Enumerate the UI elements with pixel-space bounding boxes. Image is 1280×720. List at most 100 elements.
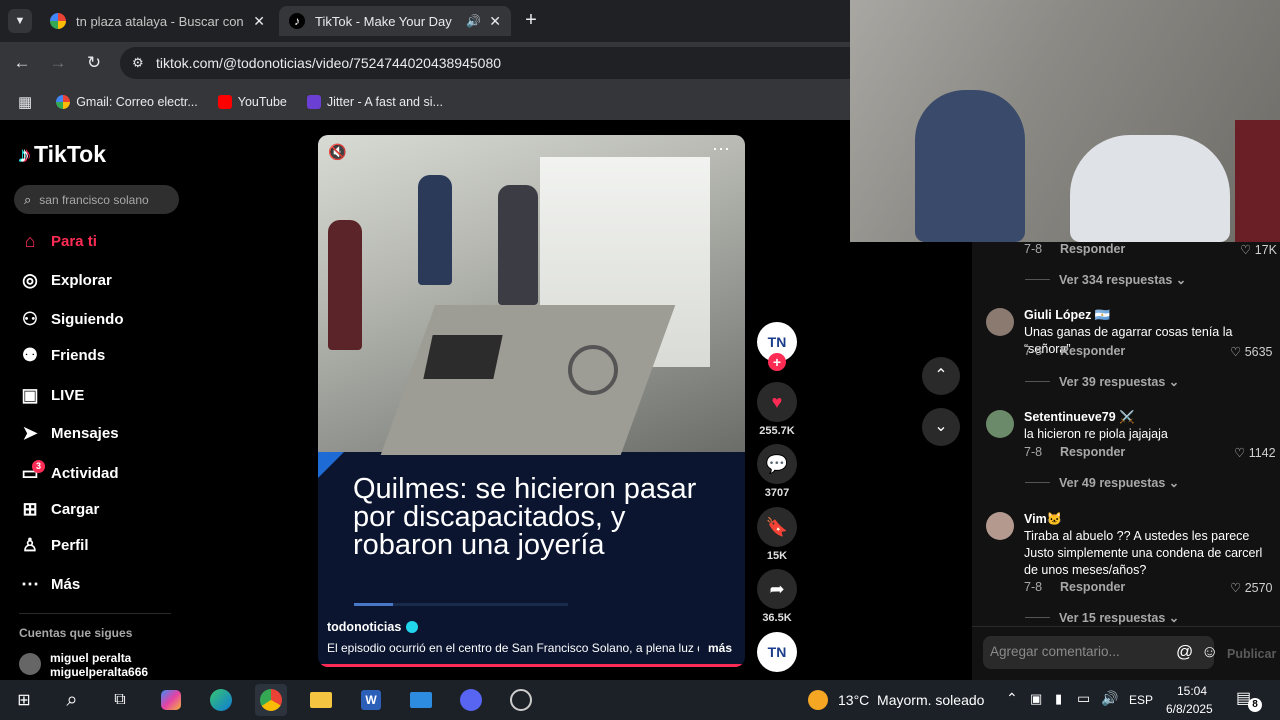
previous-video-button[interactable]: ⌃ xyxy=(922,357,960,395)
speaker-icon[interactable]: 🔊 xyxy=(466,14,481,28)
close-icon[interactable]: ✕ xyxy=(253,13,265,30)
bookmark-jitter[interactable]: Jitter - A fast and si... xyxy=(306,95,443,109)
view-replies-link[interactable]: Ver 49 respuestas ⌄ xyxy=(1059,475,1179,490)
avatar[interactable] xyxy=(986,410,1014,438)
like-counter[interactable]: ♡ 17K xyxy=(1240,242,1277,257)
copilot-app[interactable] xyxy=(155,684,187,716)
nav-mensajes[interactable]: ➤ Mensajes xyxy=(19,421,118,445)
network-icon[interactable]: ▭ xyxy=(1077,690,1090,707)
tab-tiktok[interactable]: ♪ TikTok - Make Your Day 🔊 ✕ xyxy=(279,6,511,36)
reply-link[interactable]: Responder xyxy=(1060,242,1125,256)
nav-explorar[interactable]: ◎ Explorar xyxy=(19,268,112,292)
mention-icon[interactable]: @ xyxy=(1176,642,1193,662)
nav-mas[interactable]: ⋯ Más xyxy=(19,572,80,596)
discord-app[interactable] xyxy=(455,684,487,716)
start-button[interactable]: ⊞ xyxy=(8,684,40,716)
nav-live[interactable]: ▣ LIVE xyxy=(19,383,84,407)
recorder-app[interactable] xyxy=(505,684,537,716)
reload-icon: ↻ xyxy=(86,53,102,72)
author-name[interactable]: todonoticias xyxy=(327,620,419,634)
meet-icon[interactable]: ▣ xyxy=(1030,691,1042,707)
view-replies-link[interactable]: Ver 39 respuestas ⌄ xyxy=(1059,374,1179,389)
close-icon[interactable]: ✕ xyxy=(489,13,501,30)
like-counter[interactable]: ♡ 1142 xyxy=(1234,445,1276,460)
creator-avatar[interactable]: TN + xyxy=(757,322,797,371)
like-button[interactable]: ♥ 255.7K xyxy=(757,382,797,437)
followed-account[interactable]: miguel peralta miguelperalta666 xyxy=(19,651,148,679)
chevron-up-icon: ⌃ xyxy=(934,367,948,384)
bookmark-gmail[interactable]: Gmail: Correo electr... xyxy=(56,95,198,109)
task-view-button[interactable]: ⧉ xyxy=(104,684,136,716)
nav-cargar[interactable]: ⊞ Cargar xyxy=(19,497,99,521)
share-button[interactable]: ➦ 36.5K xyxy=(757,569,797,624)
site-info-icon[interactable]: ⚙ xyxy=(132,55,144,71)
apps-icon[interactable]: ▦ xyxy=(18,93,32,111)
view-replies-link[interactable]: Ver 334 respuestas ⌄ xyxy=(1059,272,1186,287)
mail-app[interactable] xyxy=(405,684,437,716)
tiktok-logo[interactable]: ♪ TikTok xyxy=(19,141,106,168)
youtube-icon xyxy=(217,95,232,109)
comment-placeholder: Agregar comentario... xyxy=(990,644,1120,659)
chevron-up-icon[interactable]: ⌃ xyxy=(1006,690,1018,707)
language-indicator[interactable]: ESP xyxy=(1129,693,1153,707)
comment-button[interactable]: 💬 3707 xyxy=(757,444,797,499)
playback-bar[interactable] xyxy=(318,664,745,667)
follow-plus-icon[interactable]: + xyxy=(768,353,786,371)
comments-panel: 7-8 Responder ♡ 17K Ver 334 respuestas ⌄… xyxy=(972,242,1280,680)
volume-icon[interactable]: 🔇 xyxy=(328,143,347,161)
comment-author[interactable]: Setentinueve79 ⚔️ xyxy=(1024,410,1135,425)
arrow-right-icon: → xyxy=(49,53,67,72)
nav-label: Explorar xyxy=(51,271,112,289)
bookmark-youtube[interactable]: YouTube xyxy=(217,95,287,109)
chrome-app[interactable] xyxy=(255,684,287,716)
notifications-button[interactable]: ▤ 8 xyxy=(1236,688,1262,712)
like-counter[interactable]: ♡ 5635 xyxy=(1230,344,1273,359)
music-disc[interactable]: TN xyxy=(757,632,797,672)
comment-author[interactable]: Giuli López 🇦🇷 xyxy=(1024,308,1110,323)
clock-time[interactable]: 15:04 xyxy=(1177,684,1207,698)
search-bar[interactable]: ⌕ san francisco solano xyxy=(14,185,179,214)
bookmark-label: Jitter - A fast and si... xyxy=(326,95,443,109)
word-app[interactable]: W xyxy=(355,684,387,716)
video-player[interactable]: 🔇 ⋯ Quilmes: se hicieron pasar por disca… xyxy=(318,135,745,667)
divider-line xyxy=(1025,381,1050,382)
nav-friends[interactable]: ⚉ Friends xyxy=(19,343,105,367)
usb-icon[interactable]: ▮ xyxy=(1055,691,1062,707)
search-button[interactable]: ⌕ xyxy=(56,684,88,716)
address-bar[interactable]: ⚙ tiktok.com/@todonoticias/video/7524744… xyxy=(120,47,850,79)
comment-author[interactable]: Vim🐱 xyxy=(1024,512,1062,527)
edge-app[interactable] xyxy=(205,684,237,716)
nav-perfil[interactable]: ♙ Perfil xyxy=(19,533,89,557)
tab-search-button[interactable]: ▼ xyxy=(8,9,32,33)
volume-icon[interactable]: 🔊 xyxy=(1101,690,1118,707)
tab-google-search[interactable]: tn plaza atalaya - Buscar con Google ✕ xyxy=(40,6,275,36)
file-explorer-app[interactable] xyxy=(305,684,337,716)
back-button[interactable]: ← xyxy=(11,52,33,74)
next-video-button[interactable]: ⌄ xyxy=(922,408,960,446)
logo-text: TikTok xyxy=(34,141,106,167)
save-button[interactable]: 🔖 15K xyxy=(757,507,797,562)
comment-date: 7-8 xyxy=(1024,344,1043,358)
nav-para-ti[interactable]: ⌂ Para ti xyxy=(19,229,97,253)
reload-button[interactable]: ↻ xyxy=(83,52,105,74)
nav-siguiendo[interactable]: ⚇ Siguiendo xyxy=(19,307,124,331)
reply-link[interactable]: Responder xyxy=(1060,445,1125,459)
reply-link[interactable]: Responder xyxy=(1060,344,1125,358)
like-counter[interactable]: ♡ 2570 xyxy=(1230,580,1273,595)
tab-title: TikTok - Make Your Day xyxy=(315,13,452,29)
following-title: Cuentas que sigues xyxy=(19,626,133,640)
clock-date[interactable]: 6/8/2025 xyxy=(1166,702,1213,716)
search-input: san francisco solano xyxy=(39,192,149,207)
avatar[interactable] xyxy=(986,512,1014,540)
view-replies-link[interactable]: Ver 15 respuestas ⌄ xyxy=(1059,610,1179,625)
more-link[interactable]: más xyxy=(708,641,732,655)
reply-link[interactable]: Responder xyxy=(1060,580,1125,594)
new-tab-button[interactable]: + xyxy=(520,10,542,32)
emoji-icon[interactable]: ☺ xyxy=(1201,642,1218,662)
more-options-icon[interactable]: ⋯ xyxy=(712,139,730,160)
comment-input[interactable]: Agregar comentario... @ ☺ xyxy=(983,636,1218,669)
avatar[interactable] xyxy=(986,308,1014,336)
weather-widget[interactable]: 13°C Mayorm. soleado xyxy=(808,690,984,710)
publish-button[interactable]: Publicar xyxy=(1227,647,1276,661)
forward-button[interactable]: → xyxy=(47,52,69,74)
